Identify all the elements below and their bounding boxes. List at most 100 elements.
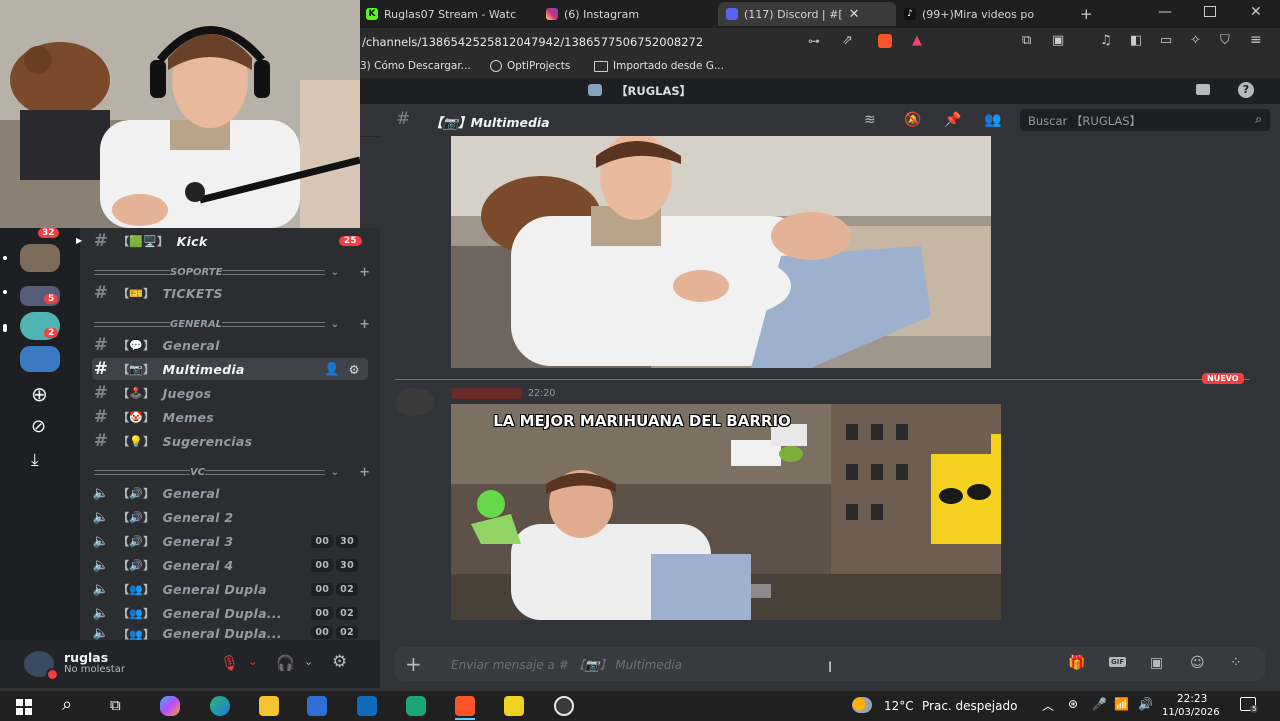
- download-icon[interactable]: ⤓: [31, 450, 39, 470]
- create-channel-icon[interactable]: +: [359, 317, 370, 332]
- image-attachment[interactable]: [451, 136, 991, 368]
- menu-icon[interactable]: ≡: [1250, 32, 1262, 48]
- edge-icon[interactable]: [210, 696, 230, 716]
- tray-app-icon[interactable]: ⊛: [1068, 697, 1078, 711]
- search-box[interactable]: Buscar 【RUGLAS】 ⌕: [1020, 109, 1270, 131]
- category-general[interactable]: GENERAL ⌄ +: [94, 317, 370, 332]
- bookmark-item[interactable]: OptiProjects: [490, 60, 570, 72]
- add-attachment-icon[interactable]: +: [405, 652, 422, 676]
- voice-channel[interactable]: 🔈 【🔊】 General: [92, 482, 368, 504]
- new-tab-icon[interactable]: +: [1080, 5, 1093, 23]
- threads-icon[interactable]: ≋: [864, 113, 876, 127]
- notes-icon[interactable]: [504, 696, 524, 716]
- voice-channel[interactable]: 🔈 【🔊】 General 3 00 30: [92, 530, 368, 552]
- voice-channel[interactable]: 🔈 【👥】 General Dupla... 00 02: [92, 602, 368, 624]
- pin-icon[interactable]: 📌: [944, 113, 961, 127]
- chevron-up-icon[interactable]: ︿: [1042, 697, 1054, 714]
- server-icon-1[interactable]: [20, 244, 60, 272]
- add-server-icon[interactable]: ⊕: [31, 382, 48, 406]
- copilot-icon[interactable]: [160, 696, 180, 716]
- brave-shields-icon[interactable]: [878, 34, 892, 48]
- weather-icon[interactable]: [852, 697, 872, 713]
- bookmark-folder[interactable]: Importado desde G...: [594, 60, 724, 72]
- window-close-icon[interactable]: ✕: [1250, 4, 1262, 20]
- chevron-down-icon[interactable]: ⌄: [304, 655, 313, 668]
- members-icon[interactable]: 👥: [984, 113, 1001, 127]
- chevron-down-icon[interactable]: ⌄: [248, 655, 257, 668]
- channel-memes[interactable]: # 【🤡】 Memes: [92, 406, 368, 428]
- voice-channel[interactable]: 🔈 【🔊】 General 4 00 30: [92, 554, 368, 576]
- app-icon[interactable]: [406, 696, 426, 716]
- leo-icon[interactable]: ✧: [1190, 33, 1201, 48]
- share-icon[interactable]: ⇗: [842, 33, 853, 48]
- channel-label: General Dupla...: [162, 626, 282, 640]
- notifications-muted-icon[interactable]: 🔕: [904, 113, 921, 127]
- category-soporte[interactable]: SOPORTE ⌄ +: [94, 265, 370, 280]
- inbox-icon[interactable]: [1196, 84, 1210, 95]
- channel-juegos[interactable]: # 【🕹️】 Juegos: [92, 382, 368, 404]
- close-tab-icon[interactable]: ✕: [849, 7, 860, 22]
- obs-icon[interactable]: [554, 696, 574, 716]
- tab-tiktok[interactable]: ♪ (99+)Mira videos po: [904, 2, 1054, 26]
- clock-time[interactable]: 22:23: [1177, 693, 1207, 705]
- music-icon[interactable]: ♫: [1100, 33, 1112, 48]
- brave-rewards-icon[interactable]: ▲: [912, 33, 922, 48]
- channel-tickets[interactable]: # 【🎫】 TICKETS: [92, 282, 368, 304]
- username[interactable]: ruglas: [64, 650, 108, 665]
- screenshot-icon[interactable]: ▣: [1052, 33, 1064, 48]
- restore-icon[interactable]: [1204, 6, 1216, 17]
- apps-icon[interactable]: ⁘: [1230, 655, 1242, 671]
- settings-gear-icon[interactable]: ⚙: [332, 652, 347, 672]
- server-icon-4[interactable]: [20, 346, 60, 372]
- mic-muted-icon[interactable]: 🎙: [220, 654, 239, 672]
- create-channel-icon[interactable]: +: [359, 465, 370, 480]
- gif-icon[interactable]: GIF: [1109, 657, 1127, 667]
- avatar[interactable]: [395, 388, 435, 416]
- tab-kick[interactable]: K Ruglas07 Stream - Watc: [366, 2, 526, 26]
- channel-general[interactable]: # 【💬】 General: [92, 334, 368, 356]
- minimize-icon[interactable]: —: [1158, 4, 1172, 20]
- channel-sugerencias[interactable]: # 【💡】 Sugerencias: [92, 430, 368, 452]
- vpn-icon[interactable]: ⛉: [1220, 33, 1230, 48]
- channel-kick[interactable]: # 【🟩🖥️】 Kick 25: [92, 230, 368, 252]
- gift-icon[interactable]: 🎁: [1068, 655, 1085, 671]
- windows-start-icon[interactable]: [16, 699, 32, 715]
- store-icon[interactable]: [307, 696, 327, 716]
- extensions-icon[interactable]: ⧉: [1022, 33, 1031, 48]
- gear-icon[interactable]: ⚙: [348, 362, 360, 377]
- invite-icon[interactable]: 👤: [324, 361, 340, 377]
- url-field[interactable]: /channels/1386542525812047942/1386577506…: [362, 35, 703, 49]
- outlook-icon[interactable]: [357, 696, 377, 716]
- brave-icon[interactable]: [455, 696, 475, 716]
- bookmark-item[interactable]: 3) Cómo Descargar...: [360, 60, 471, 72]
- sidebar-icon[interactable]: ◧: [1130, 33, 1142, 48]
- author-name[interactable]: [452, 388, 522, 399]
- wifi-icon[interactable]: 📶: [1114, 697, 1129, 711]
- emoji-icon[interactable]: ☺: [1190, 655, 1205, 671]
- discover-icon[interactable]: ⊘: [31, 416, 46, 437]
- temperature[interactable]: 12°C: [884, 699, 914, 713]
- wallet-icon[interactable]: ▭: [1160, 33, 1172, 48]
- create-channel-icon[interactable]: +: [359, 265, 370, 280]
- file-explorer-icon[interactable]: [259, 696, 279, 716]
- user-count: 00: [311, 606, 334, 620]
- sticker-icon[interactable]: ▣: [1150, 655, 1163, 671]
- weather-text[interactable]: Prac. despejado: [922, 699, 1017, 713]
- voice-channel[interactable]: 🔈 【🔊】 General 2: [92, 506, 368, 528]
- task-view-icon[interactable]: ⧉: [110, 696, 121, 714]
- tab-discord[interactable]: (117) Discord | #[ ✕: [718, 2, 896, 26]
- volume-icon[interactable]: 🔊: [1138, 697, 1153, 711]
- key-icon[interactable]: ⊶: [808, 34, 820, 48]
- message-input[interactable]: Enviar mensaje a # 【📷】 Multimedia: [451, 656, 682, 673]
- channel-multimedia[interactable]: # 【📷】 Multimedia 👤 ⚙: [92, 358, 368, 380]
- voice-channel[interactable]: 🔈 【👥】 General Dupla 00 02: [92, 578, 368, 600]
- help-icon[interactable]: ?: [1238, 82, 1254, 98]
- tab-instagram[interactable]: (6) Instagram: [546, 2, 706, 26]
- category-vc[interactable]: VC ⌄ +: [94, 465, 370, 480]
- voice-channel[interactable]: 🔈 【👥】 General Dupla... 00 02: [92, 626, 368, 640]
- clock-date[interactable]: 11/03/2026: [1162, 707, 1220, 718]
- microphone-icon[interactable]: 🎤: [1092, 697, 1107, 711]
- search-icon[interactable]: ⌕: [62, 694, 72, 715]
- meme-attachment[interactable]: LA MEJOR MARIHUANA DEL BARRIO: [451, 404, 1001, 620]
- headphones-icon[interactable]: 🎧: [276, 654, 295, 672]
